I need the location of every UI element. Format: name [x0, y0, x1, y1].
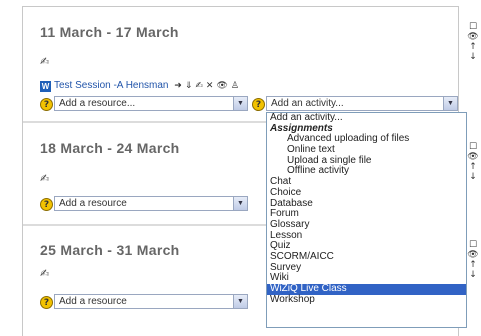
- chevron-down-icon[interactable]: ▼: [233, 295, 247, 308]
- wiziq-icon: W: [40, 81, 51, 92]
- dropdown-option[interactable]: Lesson: [267, 230, 466, 242]
- arrow-up-icon[interactable]: ↑: [467, 42, 479, 52]
- dropdown-option[interactable]: Workshop: [267, 294, 466, 306]
- dropdown-option[interactable]: Glossary: [267, 219, 466, 231]
- add-resource-select-1[interactable]: Add a resource... ▼: [54, 96, 248, 111]
- add-activity-value: Add an activity...: [271, 98, 344, 109]
- edit-summary-icon[interactable]: ✍: [40, 267, 49, 280]
- help-icon[interactable]: ?: [40, 296, 53, 309]
- add-resource-value: Add a resource: [59, 198, 127, 209]
- week-title-2: 18 March - 24 March: [40, 140, 180, 156]
- week-title-1: 11 March - 17 March: [40, 24, 179, 40]
- arrow-down-icon[interactable]: ↓: [467, 52, 479, 62]
- arrow-up-icon[interactable]: ↑: [467, 162, 479, 172]
- chevron-down-icon[interactable]: ▼: [233, 97, 247, 110]
- arrow-up-icon[interactable]: ↑: [467, 260, 479, 270]
- week-title-3: 25 March - 31 March: [40, 242, 180, 258]
- add-resource-select-3[interactable]: Add a resource ▼: [54, 294, 248, 309]
- dropdown-option[interactable]: Offline activity: [267, 166, 466, 177]
- edit-summary-icon[interactable]: ✍: [40, 172, 49, 185]
- highlight-checkbox-icon[interactable]: ☐: [467, 142, 479, 152]
- dropdown-option[interactable]: Survey: [267, 262, 466, 274]
- arrow-down-icon[interactable]: ↓: [467, 270, 479, 280]
- add-activity-dropdown-list[interactable]: Add an activity... Assignments Advanced up…: [266, 112, 467, 328]
- move-icon[interactable]: ⇓: [185, 81, 193, 91]
- edit-summary-icon[interactable]: ✍: [40, 55, 49, 68]
- edit-icon[interactable]: ✍: [195, 81, 203, 91]
- assign-roles-icon[interactable]: ♙: [231, 81, 239, 91]
- eye-icon[interactable]: 👁: [467, 32, 479, 42]
- move-right-icon[interactable]: ➜: [174, 81, 182, 91]
- eye-icon[interactable]: 👁: [467, 250, 479, 260]
- section-controls-3: ☐ 👁 ↑ ↓: [467, 240, 479, 280]
- add-resource-value: Add a resource: [59, 296, 127, 307]
- dropdown-option[interactable]: Choice: [267, 187, 466, 199]
- help-icon[interactable]: ?: [252, 98, 265, 111]
- show-icon[interactable]: 👁: [216, 81, 227, 91]
- help-icon[interactable]: ?: [40, 98, 53, 111]
- add-resource-value: Add a resource...: [59, 98, 136, 109]
- activity-item-label[interactable]: Test Session -A Hensman: [54, 80, 169, 91]
- activity-item-wiziq[interactable]: W Test Session -A Hensman ➜ ⇓ ✍ ✕ 👁 ♙: [40, 80, 239, 92]
- chevron-down-icon[interactable]: ▼: [233, 197, 247, 210]
- add-resource-select-2[interactable]: Add a resource ▼: [54, 196, 248, 211]
- highlight-checkbox-icon[interactable]: ☐: [467, 240, 479, 250]
- section-controls-1: ☐ 👁 ↑ ↓: [467, 22, 479, 62]
- add-activity-select[interactable]: Add an activity... ▼: [266, 96, 458, 111]
- section-controls-2: ☐ 👁 ↑ ↓: [467, 142, 479, 182]
- arrow-down-icon[interactable]: ↓: [467, 172, 479, 182]
- eye-icon[interactable]: 👁: [467, 152, 479, 162]
- chevron-down-icon[interactable]: ▼: [443, 97, 457, 110]
- delete-icon[interactable]: ✕: [206, 81, 214, 91]
- help-icon[interactable]: ?: [40, 198, 53, 211]
- highlight-checkbox-icon[interactable]: ☐: [467, 22, 479, 32]
